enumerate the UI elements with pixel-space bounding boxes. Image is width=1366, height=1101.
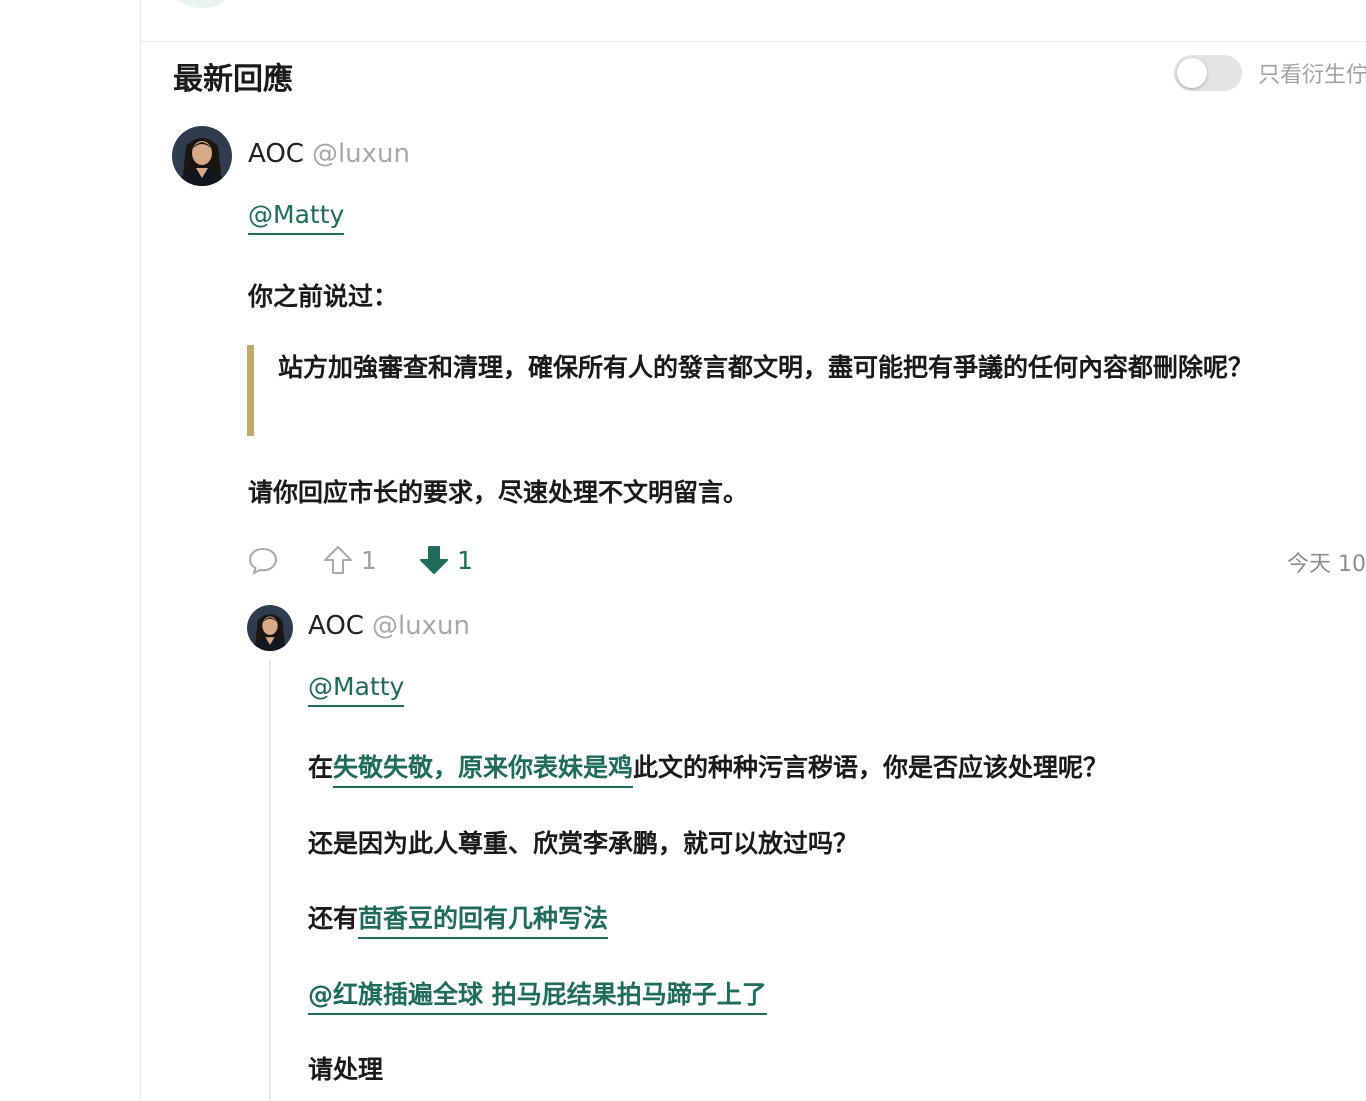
reply-paragraph: 请处理: [308, 1055, 384, 1084]
upvote-button[interactable]: 1: [323, 540, 377, 580]
reply-button[interactable]: [247, 540, 279, 580]
mention-link[interactable]: @Matty: [248, 200, 345, 235]
reply-paragraph: 还是因为此人尊重、欣赏李承鹏，就可以放过吗？: [308, 829, 859, 858]
avatar[interactable]: [172, 126, 232, 186]
previous-avatar-fragment: [176, 0, 228, 8]
derivative-only-toggle[interactable]: [1174, 55, 1242, 91]
reply-paragraph: 在失敬失敬，原来你表妹是鸡此文的种种污言秽语，你是否应该处理呢？: [308, 748, 1109, 788]
reply-paragraph: 还有茴香豆的回有几种写法: [308, 899, 609, 939]
mention-paragraph: @Matty: [308, 672, 405, 707]
comment-line: 请你回应市长的要求，尽速处理不文明留言。: [248, 478, 749, 507]
mention-link[interactable]: @Matty: [308, 672, 405, 707]
speech-bubble-icon: [248, 547, 278, 575]
paragraph-text: 还有: [308, 904, 359, 933]
blockquote: 站方加強審查和清理，確保所有人的發言都文明，盡可能把有爭議的任何內容都刪除呢？: [247, 345, 1366, 436]
comment-actions: 1 1 今天 10: [247, 540, 1366, 580]
author-handle[interactable]: @luxun: [312, 139, 410, 169]
downvote-count: 1: [457, 545, 473, 575]
derivative-only-filter[interactable]: 只看衍生佇: [1174, 54, 1366, 92]
toggle-label: 只看衍生佇: [1258, 63, 1366, 88]
article-link[interactable]: 失敬失敬，原来你表妹是鸡: [333, 753, 634, 788]
avatar-portrait-icon: [172, 126, 232, 186]
reply-paragraph: @红旗插遍全球 拍马屁结果拍马蹄子上了: [308, 975, 767, 1015]
quote-text: 站方加強審查和清理，確保所有人的發言都文明，盡可能把有爭議的任何內容都刪除呢？: [278, 353, 1254, 382]
section-divider: [141, 41, 1366, 42]
author-name[interactable]: AOC: [248, 139, 304, 169]
toggle-knob: [1177, 58, 1207, 88]
comment-line: 你之前说过：: [248, 282, 399, 311]
comment-timestamp: 今天 10: [1287, 552, 1366, 577]
avatar-portrait-icon: [247, 605, 293, 651]
paragraph-text: 在: [308, 753, 334, 782]
article-link[interactable]: 茴香豆的回有几种写法: [358, 904, 609, 939]
downvote-button[interactable]: 1: [419, 540, 473, 580]
section-title: 最新回應: [173, 62, 293, 97]
paragraph-text: 此文的种种污言秽语，你是否应该处理呢？: [633, 753, 1109, 782]
author-handle[interactable]: @luxun: [372, 611, 470, 641]
arrow-down-filled-icon: [420, 546, 448, 574]
avatar[interactable]: [247, 605, 293, 651]
reply-author[interactable]: AOC @luxun: [308, 611, 470, 641]
arrow-up-outline-icon: [324, 546, 352, 574]
upvote-count: 1: [361, 545, 377, 575]
article-link[interactable]: @红旗插遍全球 拍马屁结果拍马蹄子上了: [308, 980, 767, 1015]
mention-paragraph: @Matty: [248, 200, 345, 235]
reply-thread-line: [269, 660, 271, 1101]
comment-author[interactable]: AOC @luxun: [248, 139, 410, 169]
left-border: [140, 0, 141, 1101]
author-name[interactable]: AOC: [308, 611, 364, 641]
